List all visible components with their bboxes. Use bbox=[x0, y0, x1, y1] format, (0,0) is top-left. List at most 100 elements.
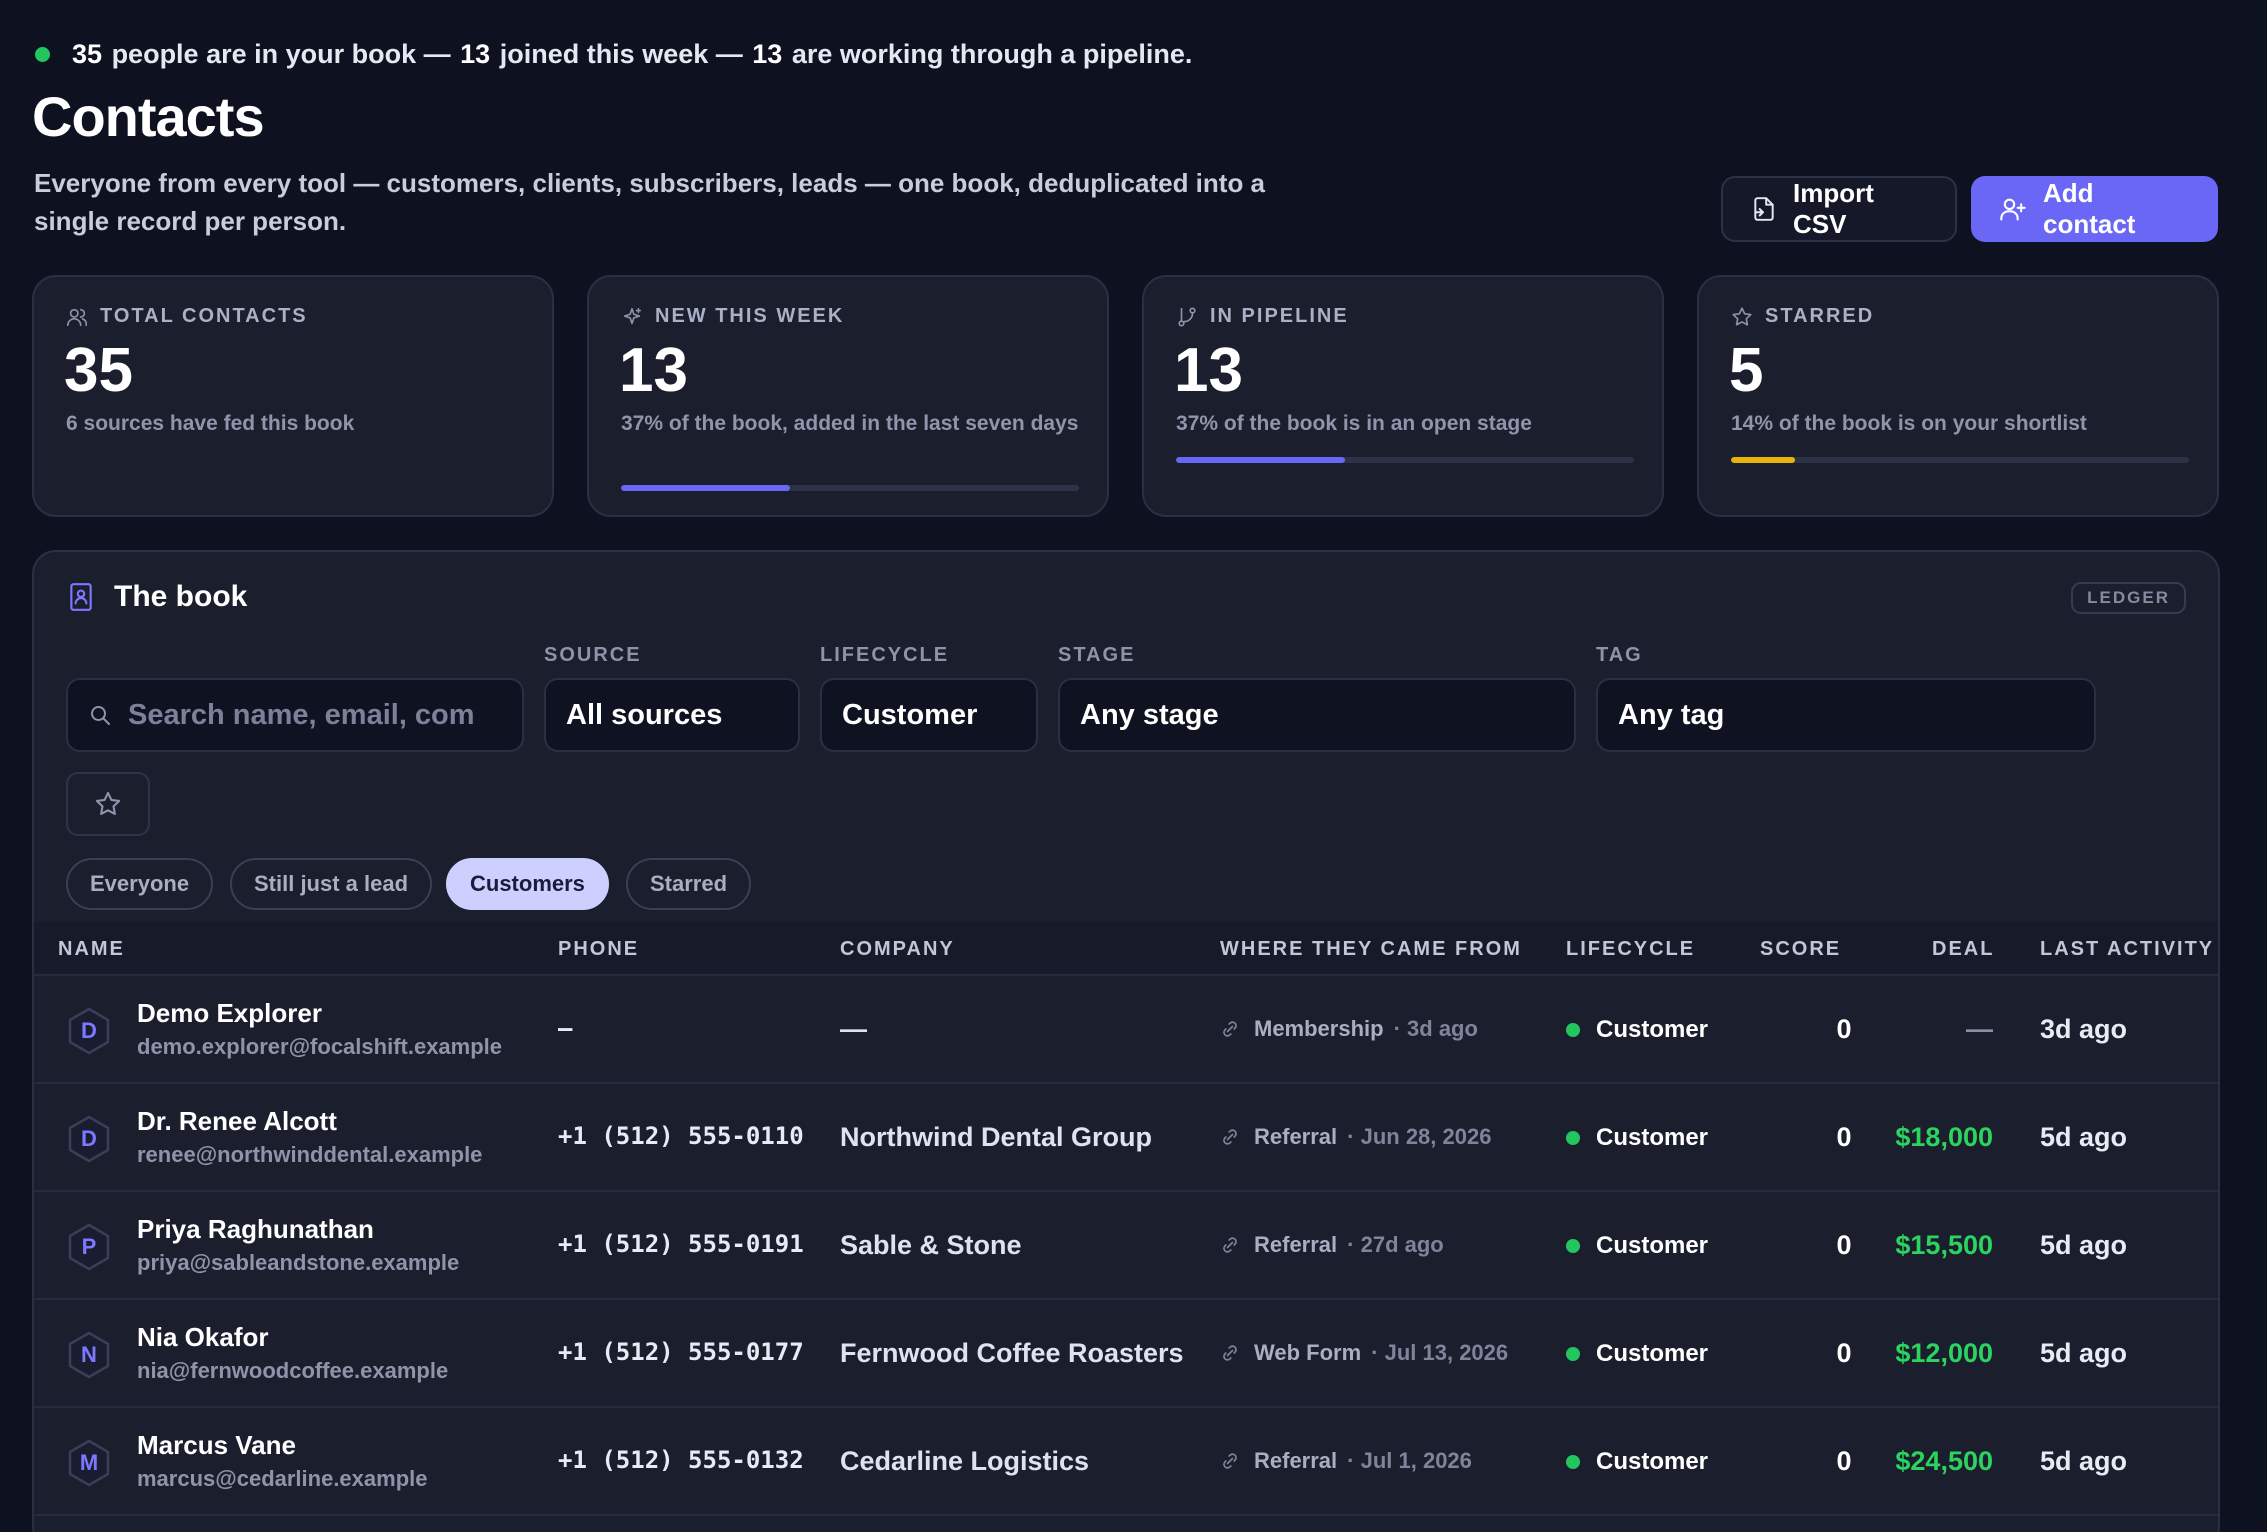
chip-everyone[interactable]: Everyone bbox=[66, 858, 214, 910]
contact-score: 0 bbox=[1836, 1014, 1852, 1044]
contact-email: demo.explorer@focalshift.example bbox=[137, 1034, 503, 1059]
chip-customers[interactable]: Customers bbox=[446, 858, 609, 910]
contact-source: Referral · Jul 1, 2026 bbox=[1220, 1448, 1472, 1474]
lifecycle-label: Customer bbox=[1596, 1340, 1709, 1367]
summary-text-3: are working through a pipeline. bbox=[791, 38, 1193, 69]
column-header-lifecycle[interactable]: LIFECYCLE bbox=[1566, 938, 1695, 961]
add-contact-button[interactable]: Add contact bbox=[1971, 176, 2218, 242]
summary-total: 35 bbox=[72, 38, 103, 69]
contact-name[interactable]: Nia Okafor bbox=[137, 1322, 269, 1353]
stat-value: 5 bbox=[1729, 336, 1764, 405]
book-panel: The book LEDGER Search name, email, comp… bbox=[32, 550, 2220, 1532]
stat-label: TOTAL CONTACTS bbox=[100, 305, 308, 327]
lifecycle-badge: Customer bbox=[1566, 1016, 1708, 1044]
contact-email: renee@northwinddental.example bbox=[137, 1142, 483, 1167]
avatar-initial: D bbox=[81, 1126, 97, 1151]
column-header-name[interactable]: NAME bbox=[58, 938, 125, 961]
source-name: Web Form bbox=[1254, 1340, 1362, 1365]
contact-last-activity: 5d ago bbox=[2040, 1230, 2128, 1260]
column-header-phone[interactable]: PHONE bbox=[558, 938, 639, 961]
contact-phone: +1 (512) 555-0177 bbox=[558, 1338, 804, 1366]
source-name: Referral bbox=[1254, 1124, 1338, 1149]
star-icon bbox=[95, 791, 121, 815]
contact-name[interactable]: Dr. Renee Alcott bbox=[137, 1106, 337, 1137]
starred-toggle-button[interactable] bbox=[66, 772, 150, 836]
column-header-last-activity[interactable]: LAST ACTIVITY bbox=[2040, 938, 2214, 961]
table-row[interactable]: D Demo Explorer demo.explorer@focalshift.e… bbox=[34, 976, 2218, 1084]
source-link-icon bbox=[1223, 1345, 1237, 1361]
stat-progress bbox=[1731, 457, 2189, 463]
source-link-icon bbox=[1223, 1021, 1237, 1037]
avatar-initial: D bbox=[81, 1018, 97, 1043]
summary-text-2: joined this week — bbox=[499, 38, 743, 69]
source-link-icon bbox=[1223, 1237, 1237, 1253]
table-row[interactable]: N Nia Okafor nia@fernwoodcoffee.example +1 … bbox=[34, 1300, 2218, 1408]
contact-company: Northwind Dental Group bbox=[840, 1122, 1152, 1152]
status-dot bbox=[35, 46, 50, 62]
source-filter-label: SOURCE bbox=[544, 644, 642, 666]
stat-card-new: NEW THIS WEEK 13 37% of the book, added … bbox=[587, 275, 1109, 517]
source-name: Membership bbox=[1254, 1016, 1384, 1041]
contact-last-activity: 5d ago bbox=[2040, 1338, 2128, 1368]
source-date: · Jul 1, 2026 bbox=[1347, 1448, 1472, 1473]
lifecycle-select[interactable]: Customer bbox=[820, 678, 1038, 752]
contact-deal: $24,500 bbox=[1895, 1446, 1993, 1476]
column-header-score[interactable]: SCORE bbox=[1760, 938, 1841, 961]
source-name: Referral bbox=[1254, 1232, 1338, 1257]
stat-caption: 37% of the book, added in the last seven… bbox=[621, 412, 1079, 435]
source-date: · Jun 28, 2026 bbox=[1347, 1124, 1492, 1149]
contact-name[interactable]: Demo Explorer bbox=[137, 998, 322, 1029]
source-select[interactable]: All sources bbox=[544, 678, 800, 752]
contact-score: 0 bbox=[1836, 1230, 1852, 1260]
ledger-badge: LEDGER bbox=[2071, 582, 2186, 614]
summary-text-1: people are in your book — bbox=[111, 38, 451, 69]
user-plus-icon bbox=[2000, 198, 2026, 221]
source-link-icon bbox=[1223, 1129, 1237, 1145]
contact-source: Membership · 3d ago bbox=[1220, 1016, 1478, 1042]
page-title: Contacts bbox=[32, 85, 265, 148]
file-import-icon bbox=[1754, 197, 1774, 221]
contact-deal: — bbox=[1966, 1014, 1993, 1044]
contact-name[interactable]: Priya Raghunathan bbox=[137, 1214, 374, 1245]
stat-value: 35 bbox=[64, 336, 133, 405]
column-header-source[interactable]: WHERE THEY CAME FROM bbox=[1220, 938, 1522, 961]
contact-name[interactable]: Marcus Vane bbox=[137, 1430, 296, 1461]
source-name: Referral bbox=[1254, 1448, 1338, 1473]
users-icon bbox=[67, 308, 88, 326]
column-header-company[interactable]: COMPANY bbox=[840, 938, 955, 961]
contact-deal: $18,000 bbox=[1895, 1122, 1993, 1152]
column-header-deal[interactable]: DEAL bbox=[1932, 938, 1994, 961]
chip-still-just-a-lead[interactable]: Still just a lead bbox=[230, 858, 433, 910]
search-input[interactable]: Search name, email, company bbox=[66, 678, 524, 752]
summary-pipeline: 13 bbox=[752, 38, 783, 69]
stat-caption: 37% of the book is in an open stage bbox=[1176, 412, 1532, 435]
import-csv-button[interactable]: Import CSV bbox=[1721, 176, 1957, 242]
lifecycle-status-dot bbox=[1566, 1131, 1580, 1145]
contact-company: Cedarline Logistics bbox=[840, 1446, 1090, 1476]
contact-company: — bbox=[840, 1014, 867, 1044]
progress-fill bbox=[621, 485, 791, 491]
contact-company: Sable & Stone bbox=[840, 1230, 1022, 1260]
avatar-initial: P bbox=[81, 1234, 97, 1259]
summary-line: 35 people are in your book — 13 joined t… bbox=[32, 34, 1192, 74]
contact-email: priya@sableandstone.example bbox=[137, 1250, 460, 1275]
contact-deal: $15,500 bbox=[1895, 1230, 1993, 1260]
git-branch-icon bbox=[1178, 306, 1196, 327]
import-csv-label: Import CSV bbox=[1793, 178, 1874, 239]
contact-last-activity: 3d ago bbox=[2040, 1014, 2128, 1044]
lifecycle-status-dot bbox=[1566, 1023, 1580, 1037]
contact-deal: $12,000 bbox=[1895, 1338, 1993, 1368]
contact-score: 0 bbox=[1836, 1122, 1852, 1152]
stage-select[interactable]: Any stage bbox=[1058, 678, 1576, 752]
search-placeholder: Search name, email, company bbox=[128, 698, 473, 731]
star-icon bbox=[1732, 306, 1752, 326]
stat-progress bbox=[1176, 457, 1634, 463]
chip-starred[interactable]: Starred bbox=[626, 858, 752, 910]
table-row[interactable]: D Dr. Renee Alcott renee@northwinddental.e… bbox=[34, 1084, 2218, 1192]
contact-source: Referral · 27d ago bbox=[1220, 1232, 1444, 1258]
stat-label: STARRED bbox=[1765, 305, 1875, 327]
table-row[interactable]: M Marcus Vane marcus@cedarline.example +1 (… bbox=[34, 1408, 2218, 1516]
table-row[interactable]: P Priya Raghunathan priya@sableandstone.ex… bbox=[34, 1192, 2218, 1300]
tag-select[interactable]: Any tag bbox=[1596, 678, 2096, 752]
book-title: The book bbox=[114, 580, 248, 613]
